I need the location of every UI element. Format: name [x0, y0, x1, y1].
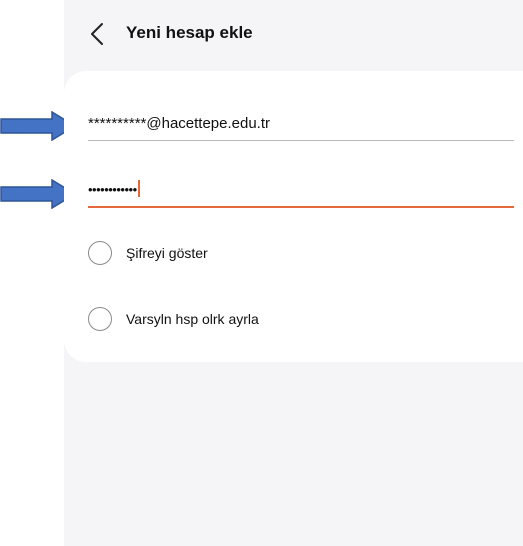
password-field[interactable]: ••••••••••••: [88, 174, 514, 208]
back-button[interactable]: [84, 20, 110, 48]
chevron-left-icon: [91, 23, 103, 45]
set-default-account-radio[interactable]: [88, 307, 112, 331]
password-value: ••••••••••••: [88, 182, 137, 197]
account-form-card: **********@hacettepe.edu.tr ••••••••••••…: [64, 71, 523, 362]
show-password-radio[interactable]: [88, 241, 112, 265]
set-default-account-option[interactable]: Varsyln hsp olrk ayrla: [88, 305, 388, 333]
email-field[interactable]: **********@hacettepe.edu.tr: [88, 107, 514, 141]
show-password-label: Şifreyi göster: [126, 245, 208, 261]
page-title: Yeni hesap ekle: [126, 23, 253, 42]
app-header: Yeni hesap ekle: [64, 0, 523, 68]
email-value: **********@hacettepe.edu.tr: [88, 115, 271, 132]
text-cursor: [137, 180, 140, 197]
show-password-option[interactable]: Şifreyi göster: [88, 239, 388, 267]
set-default-account-label: Varsyln hsp olrk ayrla: [126, 311, 259, 327]
add-account-screen: Yeni hesap ekle **********@hacettepe.edu…: [64, 0, 523, 546]
password-value-wrap: ••••••••••••: [88, 180, 140, 198]
